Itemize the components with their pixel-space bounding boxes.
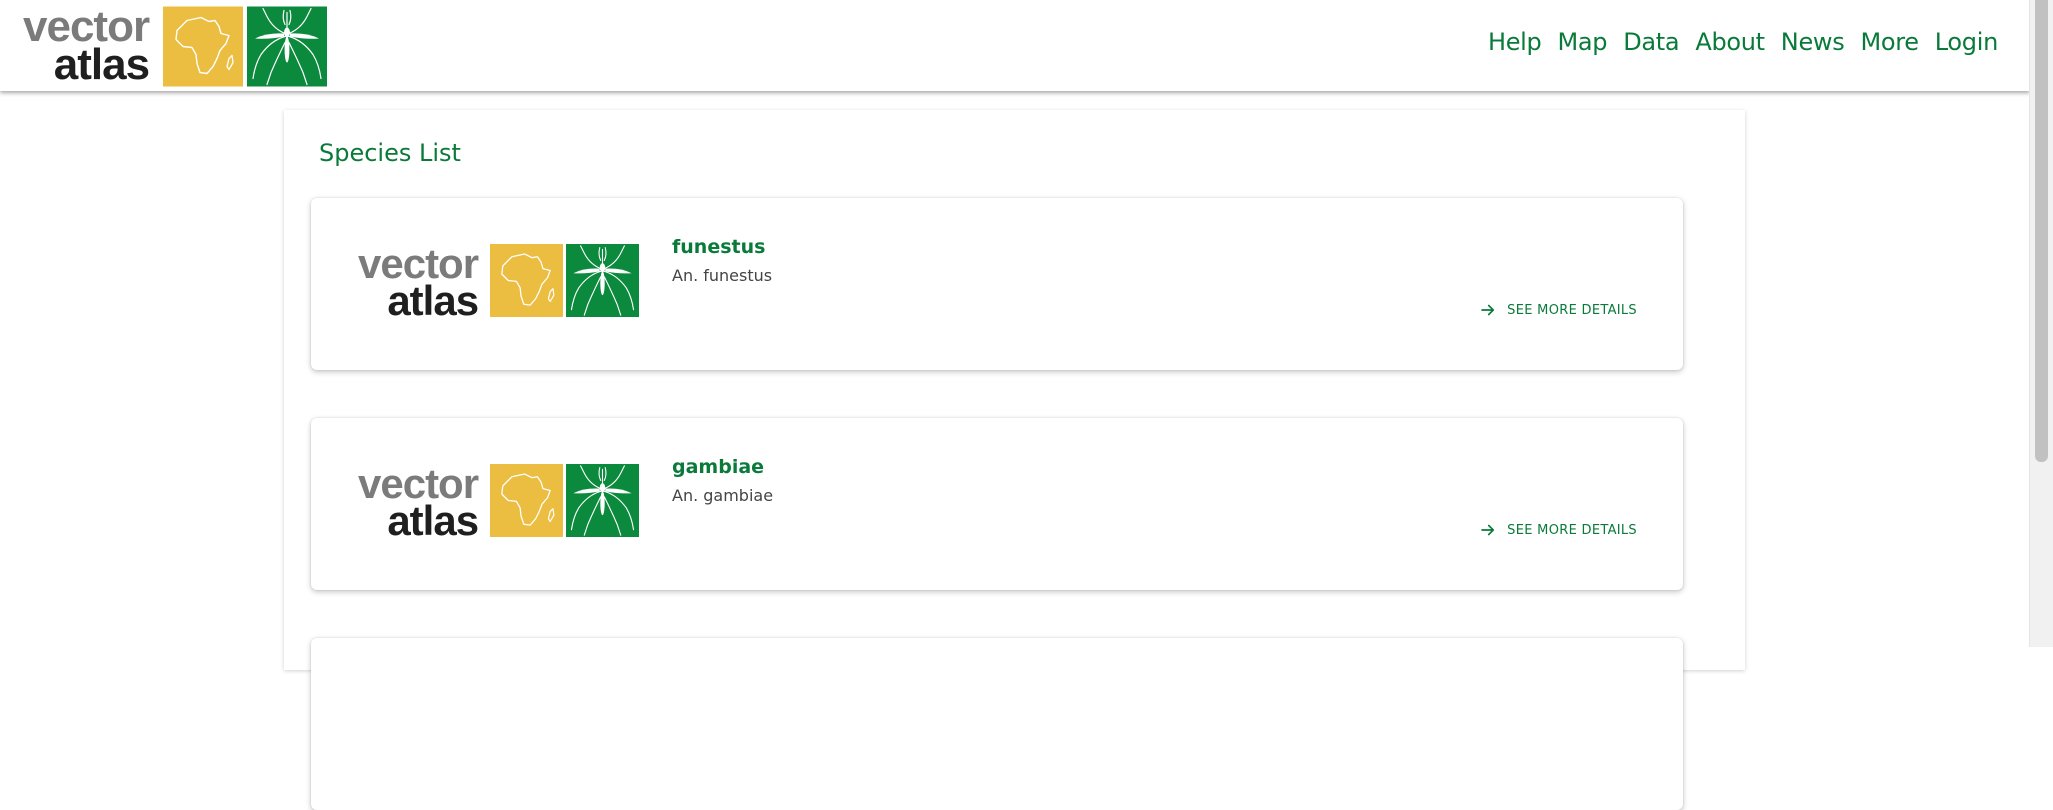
africa-map-icon bbox=[163, 6, 244, 87]
nav-more[interactable]: More bbox=[1860, 28, 1919, 56]
nav-login[interactable]: Login bbox=[1935, 28, 1999, 56]
logo-word-atlas: atlas bbox=[387, 277, 479, 324]
species-name[interactable]: gambiae bbox=[672, 456, 764, 478]
scrollbar-thumb[interactable] bbox=[2035, 0, 2048, 462]
species-full-name: An. gambiae bbox=[672, 486, 774, 505]
nav-data[interactable]: Data bbox=[1623, 28, 1679, 56]
nav-news[interactable]: News bbox=[1781, 28, 1845, 56]
logo-wordmark: vector atlas bbox=[358, 463, 479, 544]
species-card-next bbox=[311, 638, 1683, 810]
page-scrollbar[interactable] bbox=[2029, 0, 2053, 647]
species-full-name: An. funestus bbox=[672, 266, 773, 285]
logo-word-atlas: atlas bbox=[387, 497, 479, 544]
logo-wordmark: vector atlas bbox=[358, 243, 479, 324]
species-name[interactable]: funestus bbox=[672, 236, 765, 258]
mosquito-icon bbox=[566, 244, 640, 317]
see-more-details-label: SEE MORE DETAILS bbox=[1507, 522, 1637, 538]
logo-word-atlas: atlas bbox=[53, 40, 150, 89]
top-app-bar: vector atlas Help Map Data About News Mo… bbox=[0, 0, 2030, 91]
arrow-right-icon bbox=[1479, 301, 1497, 319]
species-card-logo: vector atlas bbox=[358, 243, 640, 324]
mosquito-icon bbox=[566, 464, 640, 537]
arrow-right-icon bbox=[1479, 521, 1497, 539]
see-more-details-label: SEE MORE DETAILS bbox=[1507, 302, 1637, 318]
page-title: Species List bbox=[319, 139, 461, 167]
see-more-details-button[interactable]: SEE MORE DETAILS bbox=[1479, 521, 1637, 539]
see-more-details-button[interactable]: SEE MORE DETAILS bbox=[1479, 301, 1637, 319]
logo-wordmark: vector atlas bbox=[23, 5, 150, 89]
nav-map[interactable]: Map bbox=[1557, 28, 1607, 56]
species-card-funestus: vector atlas funestus An. funestus SEE M… bbox=[311, 198, 1683, 370]
main-navigation: Help Map Data About News More Login bbox=[1488, 28, 1998, 56]
africa-map-icon bbox=[490, 464, 564, 537]
nav-about[interactable]: About bbox=[1695, 28, 1765, 56]
species-card-logo: vector atlas bbox=[358, 463, 640, 544]
species-list-panel: Species List vector atlas funestus An. f… bbox=[284, 110, 1745, 810]
site-logo[interactable]: vector atlas bbox=[23, 5, 328, 89]
africa-map-icon bbox=[490, 244, 564, 317]
species-card-gambiae: vector atlas gambiae An. gambiae SEE MOR… bbox=[311, 418, 1683, 590]
mosquito-icon bbox=[247, 6, 328, 87]
nav-help[interactable]: Help bbox=[1488, 28, 1542, 56]
